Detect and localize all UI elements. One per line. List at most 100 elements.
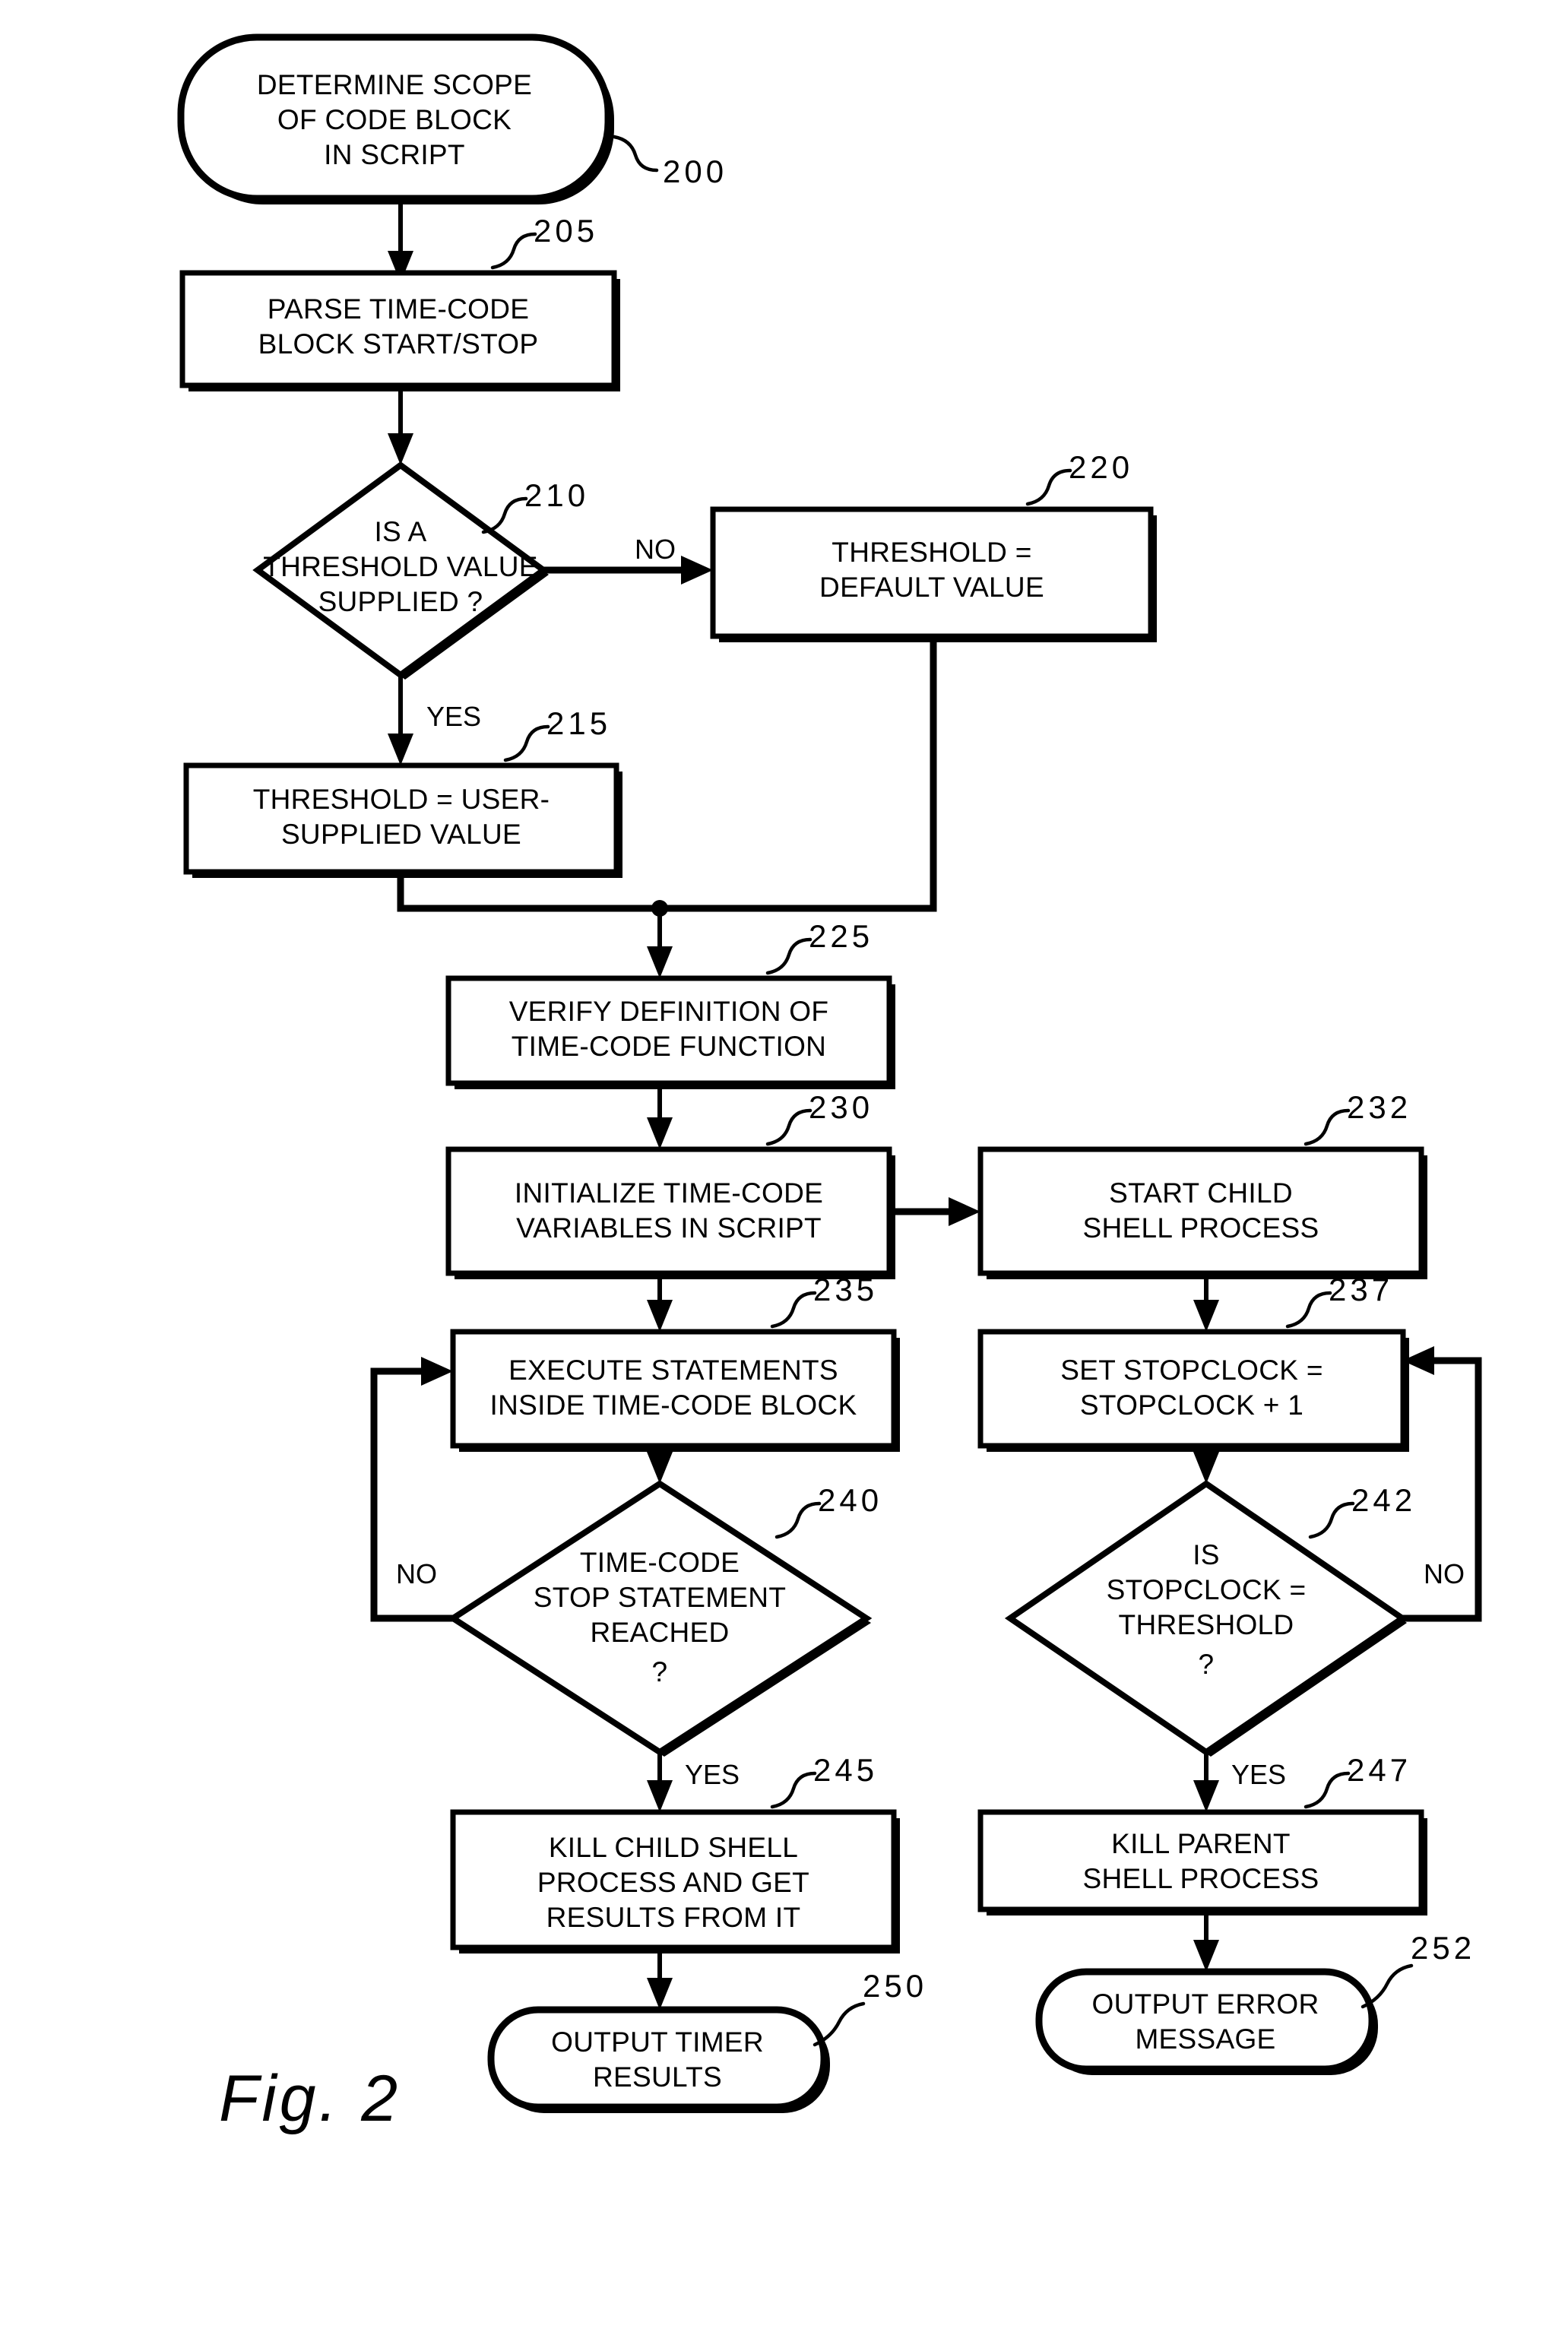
- connector-230-to-232: [895, 1197, 980, 1226]
- node-230-line-0: INITIALIZE TIME-CODE: [515, 1177, 823, 1209]
- node-232-shape: [977, 1146, 1424, 1276]
- node-252-line-1: MESSAGE: [1135, 2023, 1275, 2055]
- node-210-line-2: SUPPLIED ?: [318, 586, 483, 617]
- ref-210-text: 210: [524, 477, 589, 513]
- connectors: [370, 199, 1482, 2010]
- branch-label-242-yes: YES: [1231, 1759, 1286, 1790]
- node-200-line-2: IN SCRIPT: [324, 139, 465, 170]
- ref-label-237: 237: [1285, 1272, 1393, 1329]
- node-225-line-1: TIME-CODE FUNCTION: [512, 1031, 826, 1062]
- branch-label-240-no: NO: [396, 1558, 437, 1589]
- node-215-line-1: SUPPLIED VALUE: [281, 819, 521, 850]
- node-247-line-0: KILL PARENT: [1111, 1828, 1291, 1859]
- node-242-line-0: IS: [1193, 1539, 1220, 1570]
- node-232-line-1: SHELL PROCESS: [1083, 1212, 1319, 1244]
- node-230-shape: [445, 1146, 892, 1276]
- ref-label-240: 240: [774, 1482, 882, 1539]
- ref-label-235: 235: [770, 1272, 878, 1329]
- ref-250-text: 250: [863, 1968, 927, 2004]
- ref-label-215: 215: [503, 705, 611, 762]
- node-242-line-1: STOPCLOCK =: [1107, 1574, 1307, 1605]
- node-245-line-0: KILL CHILD SHELL: [549, 1832, 798, 1863]
- connector-240-yes-to-245: [647, 1752, 673, 1812]
- branch-label-242-no: NO: [1424, 1558, 1465, 1589]
- branch-label-240-yes: YES: [685, 1759, 740, 1790]
- node-220-line-0: THRESHOLD =: [832, 537, 1031, 568]
- node-240[interactable]: TIME-CODE STOP STATEMENT REACHED ?: [447, 1480, 873, 1757]
- node-252[interactable]: OUTPUT ERROR MESSAGE: [1035, 1968, 1378, 2075]
- ref-235-text: 235: [813, 1272, 878, 1307]
- node-237-line-0: SET STOPCLOCK =: [1060, 1355, 1323, 1386]
- node-242-line-3: ?: [1199, 1649, 1215, 1680]
- ref-label-247: 247: [1303, 1752, 1408, 1809]
- node-235-line-0: EXECUTE STATEMENTS: [508, 1355, 838, 1386]
- node-240-line-3: ?: [652, 1656, 668, 1687]
- node-210-line-0: IS A: [374, 516, 426, 547]
- node-247-line-1: SHELL PROCESS: [1083, 1863, 1319, 1894]
- connector-245-to-250: [647, 1947, 673, 2010]
- ref-label-245: 245: [770, 1752, 874, 1809]
- ref-240-text: 240: [818, 1482, 882, 1518]
- node-230[interactable]: INITIALIZE TIME-CODE VARIABLES IN SCRIPT: [445, 1146, 895, 1279]
- ref-label-252: 252: [1361, 1930, 1475, 2009]
- ref-225-text: 225: [809, 918, 873, 954]
- ref-205-text: 205: [534, 213, 598, 249]
- node-250[interactable]: OUTPUT TIMER RESULTS: [487, 2006, 830, 2113]
- node-200[interactable]: DETERMINE SCOPE OF CODE BLOCK IN SCRIPT: [177, 33, 614, 204]
- node-225-line-0: VERIFY DEFINITION OF: [509, 996, 829, 1027]
- connector-225-to-230: [647, 1083, 673, 1149]
- node-210[interactable]: IS A THRESHOLD VALUE SUPPLIED ?: [252, 461, 549, 680]
- node-205-line-0: PARSE TIME-CODE: [268, 293, 529, 325]
- node-242-line-2: THRESHOLD: [1119, 1609, 1294, 1640]
- node-232[interactable]: START CHILD SHELL PROCESS: [977, 1146, 1427, 1279]
- node-252-line-0: OUTPUT ERROR: [1092, 1988, 1319, 2020]
- ref-label-232: 232: [1303, 1089, 1411, 1146]
- node-230-line-1: VARIABLES IN SCRIPT: [516, 1212, 822, 1244]
- node-210-line-1: THRESHOLD VALUE: [263, 551, 538, 582]
- connector-210-yes-to-215: [388, 675, 413, 765]
- node-205-line-1: BLOCK START/STOP: [258, 328, 539, 360]
- node-205[interactable]: PARSE TIME-CODE BLOCK START/STOP: [179, 270, 620, 391]
- ref-252-text: 252: [1411, 1930, 1475, 1966]
- ref-label-242: 242: [1308, 1482, 1416, 1539]
- node-237[interactable]: SET STOPCLOCK = STOPCLOCK + 1: [977, 1329, 1409, 1452]
- ref-label-225: 225: [765, 918, 873, 975]
- node-235-shape: [450, 1329, 897, 1449]
- ref-220-text: 220: [1069, 449, 1133, 485]
- connector-232-to-237: [1193, 1273, 1219, 1332]
- ref-237-text: 237: [1329, 1272, 1393, 1307]
- connector-205-to-210: [388, 385, 413, 465]
- node-215-line-0: THRESHOLD = USER-: [253, 784, 550, 815]
- patent-figure-2: DETERMINE SCOPE OF CODE BLOCK IN SCRIPT …: [0, 0, 1568, 2329]
- ref-200-text: 200: [663, 154, 727, 189]
- node-220-line-1: DEFAULT VALUE: [819, 572, 1044, 603]
- node-237-shape: [977, 1329, 1406, 1449]
- ref-215-text: 215: [546, 705, 611, 741]
- ref-label-220: 220: [1025, 449, 1133, 506]
- node-220[interactable]: THRESHOLD = DEFAULT VALUE: [710, 506, 1157, 642]
- ref-label-205: 205: [490, 213, 598, 270]
- node-215[interactable]: THRESHOLD = USER- SUPPLIED VALUE: [183, 762, 622, 878]
- ref-232-text: 232: [1347, 1089, 1411, 1125]
- node-250-line-0: OUTPUT TIMER: [551, 2026, 764, 2058]
- node-235-line-1: INSIDE TIME-CODE BLOCK: [490, 1389, 857, 1421]
- node-232-line-0: START CHILD: [1109, 1177, 1293, 1209]
- branch-label-210-yes: YES: [426, 701, 481, 732]
- node-247-shape: [977, 1809, 1424, 1912]
- node-225[interactable]: VERIFY DEFINITION OF TIME-CODE FUNCTION: [445, 975, 895, 1089]
- connector-230-to-235: [647, 1273, 673, 1332]
- node-245[interactable]: KILL CHILD SHELL PROCESS AND GET RESULTS…: [450, 1809, 900, 1954]
- ref-242-text: 242: [1351, 1482, 1416, 1518]
- node-237-line-1: STOPCLOCK + 1: [1080, 1389, 1303, 1421]
- connector-210-no-to-220: [543, 556, 713, 585]
- ref-label-200: 200: [612, 135, 727, 189]
- node-247[interactable]: KILL PARENT SHELL PROCESS: [977, 1809, 1427, 1915]
- node-235[interactable]: EXECUTE STATEMENTS INSIDE TIME-CODE BLOC…: [450, 1329, 900, 1452]
- connector-220-to-merge: [657, 642, 937, 912]
- node-240-line-2: REACHED: [590, 1617, 729, 1648]
- node-245-line-1: PROCESS AND GET: [537, 1867, 809, 1898]
- node-242[interactable]: IS STOPCLOCK = THRESHOLD ?: [1004, 1480, 1408, 1757]
- node-245-line-2: RESULTS FROM IT: [546, 1902, 801, 1933]
- node-240-line-1: STOP STATEMENT: [534, 1582, 786, 1613]
- node-200-line-1: OF CODE BLOCK: [277, 104, 512, 135]
